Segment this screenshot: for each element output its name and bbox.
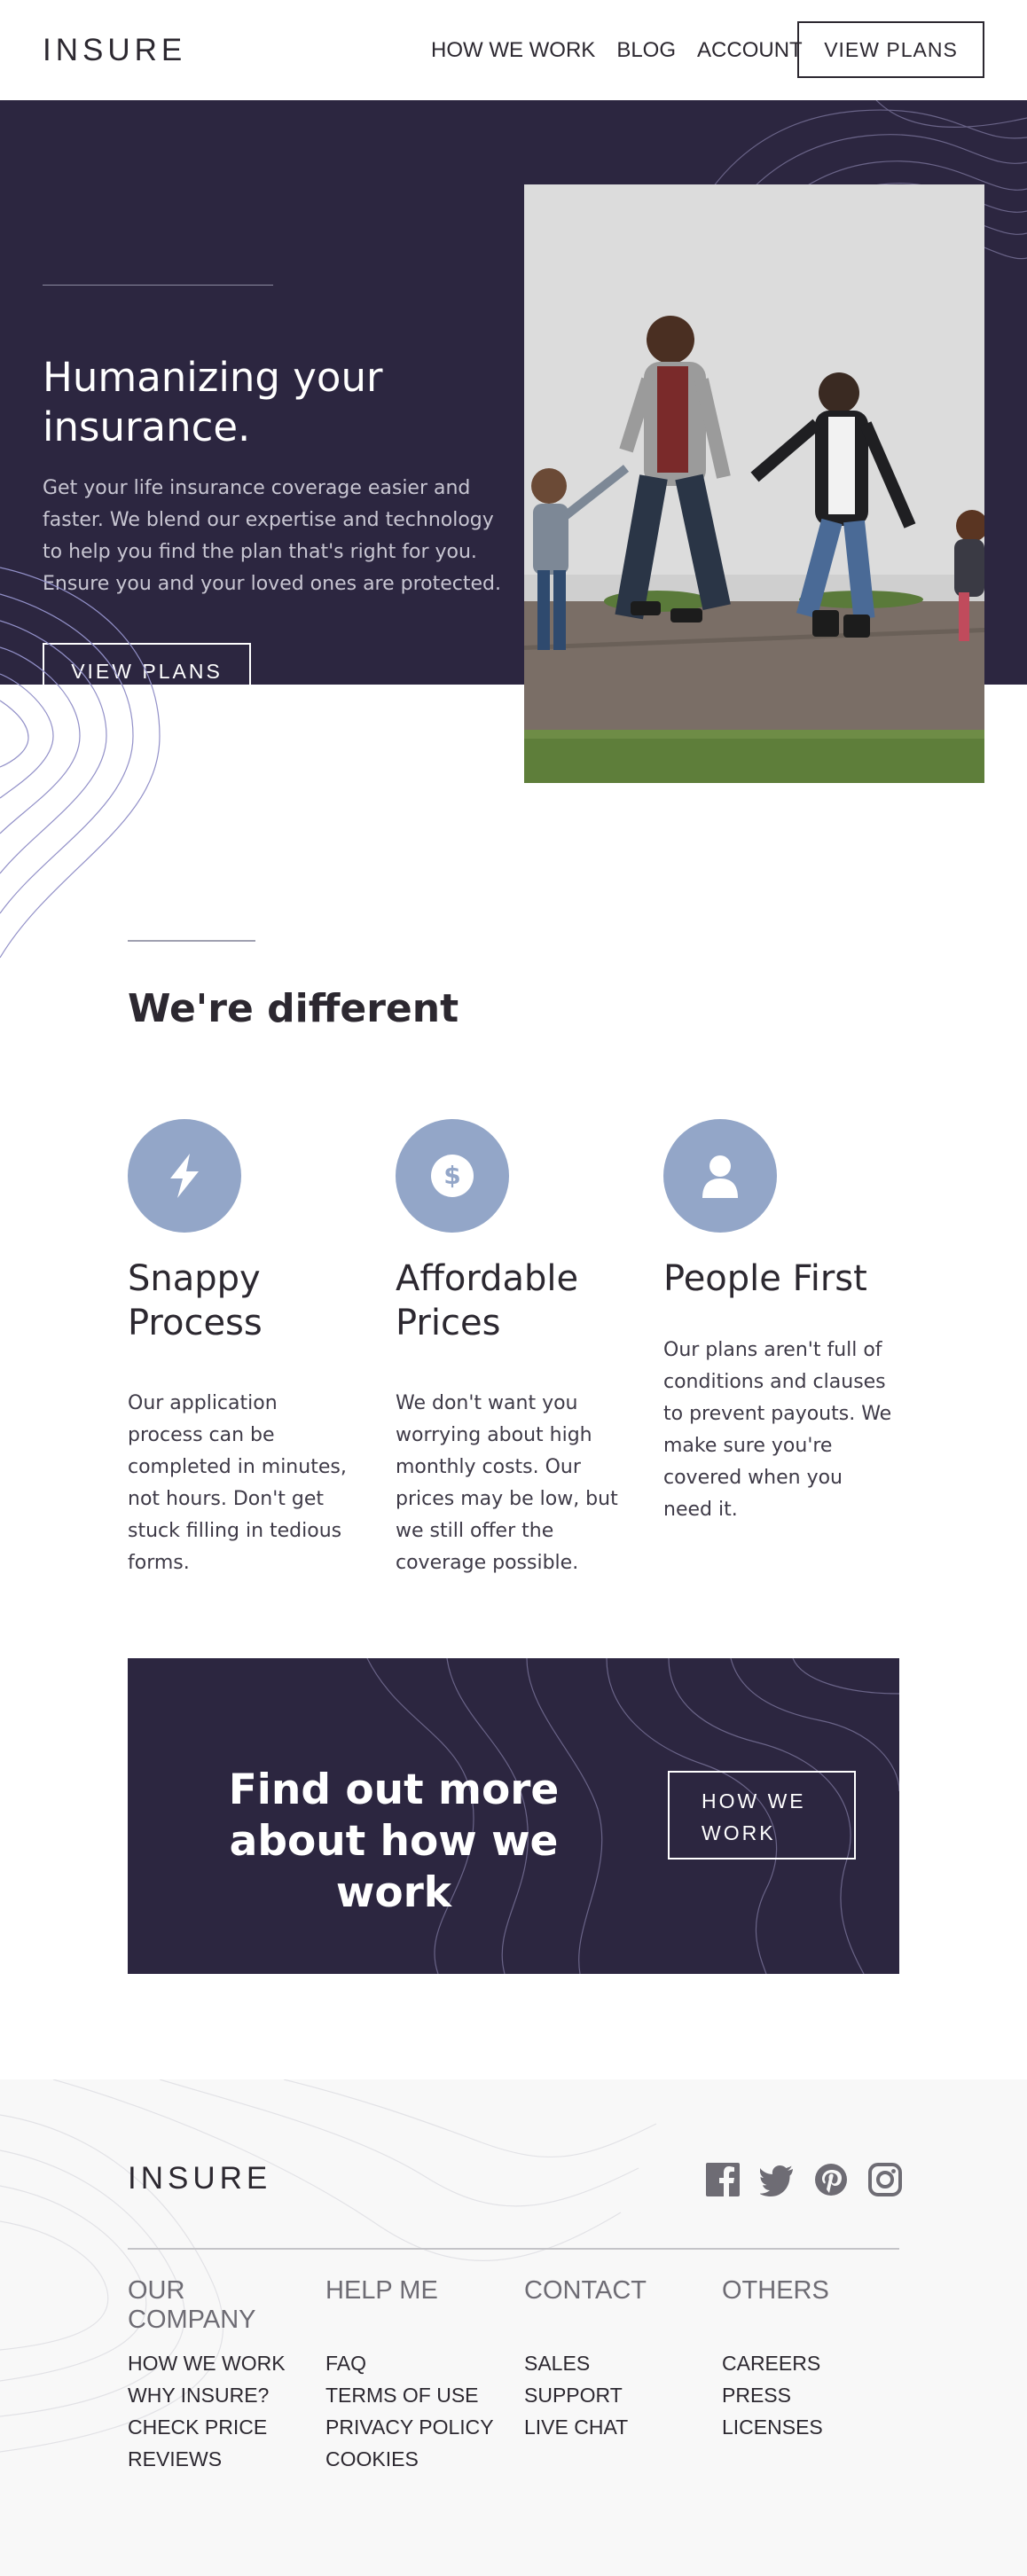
footer-link-support[interactable]: SUPPORT xyxy=(524,2379,702,2411)
footer-link-licenses[interactable]: LICENSES xyxy=(722,2411,899,2443)
feature-description: Our plans aren't full of conditions and … xyxy=(663,1339,892,1521)
footer-column-title: CONTACT xyxy=(524,2276,647,2305)
side-contour-pattern xyxy=(0,567,161,959)
footer-column-title: HELP ME xyxy=(325,2276,438,2305)
nav-link-how-we-work[interactable]: HOW WE WORK xyxy=(431,35,595,66)
footer-link-privacy[interactable]: PRIVACY POLICY xyxy=(325,2411,503,2443)
feature-icon-circle xyxy=(663,1119,777,1233)
dollar-icon: $ xyxy=(431,1155,474,1197)
hero-divider xyxy=(43,285,273,286)
hero-family-photo xyxy=(524,184,984,783)
footer-column-company: OUR COMPANY HOW WE WORK WHY INSURE? CHEC… xyxy=(128,2276,305,2475)
footer-link-check-price[interactable]: CHECK PRICE xyxy=(128,2411,305,2443)
footer-link-cookies[interactable]: COOKIES xyxy=(325,2443,503,2475)
feature-title: People First xyxy=(663,1258,867,1299)
footer-column-contact: CONTACT SALES SUPPORT LIVE CHAT xyxy=(524,2276,702,2443)
how-we-work-button[interactable]: HOW WE WORK xyxy=(668,1771,856,1860)
feature-description: We don't want you worrying about high mo… xyxy=(396,1392,618,1574)
footer-link-live-chat[interactable]: LIVE CHAT xyxy=(524,2411,702,2443)
view-plans-button[interactable]: VIEW PLANS xyxy=(797,21,984,78)
footer-column-help: HELP ME FAQ TERMS OF USE PRIVACY POLICY … xyxy=(325,2276,503,2475)
footer-column-title: OTHERS xyxy=(722,2276,829,2305)
footer-link-careers[interactable]: CAREERS xyxy=(722,2347,899,2379)
footer-link-press[interactable]: PRESS xyxy=(722,2379,899,2411)
feature-icon-circle xyxy=(128,1119,241,1233)
cta-title: Find out more about how we work xyxy=(228,1766,560,1917)
svg-text:$: $ xyxy=(443,1161,460,1190)
pinterest-icon[interactable] xyxy=(814,2163,848,2196)
social-links xyxy=(706,2163,902,2196)
footer-link-reviews[interactable]: REVIEWS xyxy=(128,2443,305,2475)
twitter-icon[interactable] xyxy=(760,2163,794,2196)
how-we-work-banner: Find out more about how we work HOW WE W… xyxy=(128,1658,899,1974)
instagram-icon[interactable] xyxy=(868,2163,902,2196)
feature-people-first: People First Our plans aren't full of co… xyxy=(663,1119,894,1526)
footer-column-others: OTHERS CAREERS PRESS LICENSES xyxy=(722,2276,899,2443)
feature-icon-circle: $ xyxy=(396,1119,509,1233)
nav-link-account[interactable]: ACCOUNT xyxy=(697,35,803,66)
person-icon xyxy=(702,1155,738,1198)
lightning-icon xyxy=(170,1154,199,1198)
nav-link-blog[interactable]: BLOG xyxy=(616,35,676,66)
footer-column-title: OUR COMPANY xyxy=(128,2276,256,2334)
different-divider xyxy=(128,940,255,942)
feature-title: Affordable Prices xyxy=(396,1258,579,1343)
main-nav: HOW WE WORK BLOG ACCOUNT xyxy=(431,35,803,66)
footer-link-sales[interactable]: SALES xyxy=(524,2347,702,2379)
footer-link-how-we-work[interactable]: HOW WE WORK xyxy=(128,2347,305,2379)
feature-description: Our application process can be completed… xyxy=(128,1392,347,1574)
site-footer: INSURE OUR COMPANY HOW WE WORK WHY INSUR… xyxy=(0,2079,1027,2576)
facebook-icon[interactable] xyxy=(706,2163,740,2196)
site-header: INSURE HOW WE WORK BLOG ACCOUNT VIEW PLA… xyxy=(0,0,1027,100)
footer-link-faq[interactable]: FAQ xyxy=(325,2347,503,2379)
footer-divider xyxy=(128,2248,899,2250)
feature-snappy-process: Snappy Process Our application process c… xyxy=(128,1119,358,1579)
feature-title: Snappy Process xyxy=(128,1258,263,1343)
footer-link-terms[interactable]: TERMS OF USE xyxy=(325,2379,503,2411)
footer-logo[interactable]: INSURE xyxy=(128,2163,271,2194)
footer-link-why-insure[interactable]: WHY INSURE? xyxy=(128,2379,305,2411)
different-section-title: We're different xyxy=(128,986,459,1031)
hero-title: Humanizing your insurance. xyxy=(43,354,383,450)
site-logo[interactable]: INSURE xyxy=(43,35,186,66)
feature-affordable-prices: $ Affordable Prices We don't want you wo… xyxy=(396,1119,626,1579)
